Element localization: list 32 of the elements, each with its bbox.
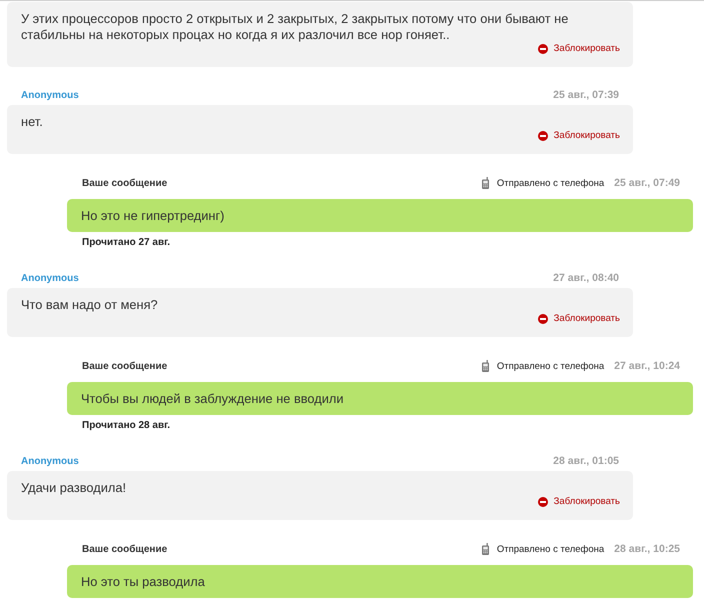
message-text: нет. (21, 114, 44, 130)
message-text: Но это ты разводила (81, 573, 206, 590)
message-time: 28 авг., 01:05 (553, 455, 619, 467)
sent-from-phone-label: Отправлено с телефона (496, 360, 604, 372)
message-text: Что вам надо от меня? (21, 297, 159, 313)
read-status: Прочитано 27 авг. (81, 236, 172, 250)
message-text: Чтобы вы людей в заблуждение не вводили (81, 390, 344, 407)
message-text: У этих процессоров просто 2 открытых и 2 закрытых, 2 закрытых потому что они бывают не стабильны на некоторых процах но когда я их разлочил все нор гоняет.. (21, 11, 570, 43)
phone-icon (482, 543, 489, 555)
block-icon (538, 497, 548, 507)
sent-from-phone-label: Отправлено с телефона (496, 544, 604, 554)
message-time: 25 авг., 07:39 (553, 89, 619, 101)
sent-from-phone-label: Отправлено с телефона (496, 178, 604, 188)
block-button[interactable]: Заблокировать (538, 43, 620, 55)
block-icon (538, 131, 548, 141)
message-time: 28 авг., 10:25 (614, 543, 680, 555)
block-button[interactable]: Заблокировать (538, 130, 620, 142)
message-time: 27 авг., 10:24 (614, 360, 680, 372)
block-button[interactable]: Заблокировать (538, 313, 620, 325)
phone-icon (482, 177, 489, 189)
phone-icon (482, 360, 489, 372)
block-icon (538, 44, 548, 54)
sender-label: Ваше сообщение (82, 544, 168, 554)
sender-label: Ваше сообщение (82, 178, 168, 188)
message-time: 25 авг., 07:49 (614, 177, 680, 189)
read-status: Прочитано 28 авг. (81, 419, 172, 433)
sender-label: Ваше сообщение (82, 360, 168, 372)
message-text: Удачи разводила! (21, 480, 128, 496)
block-icon (538, 314, 548, 324)
block-button[interactable]: Заблокировать (538, 496, 620, 508)
message-text: Но это не гипертрединг) (81, 207, 226, 224)
message-time: 27 авг., 08:40 (553, 272, 619, 284)
